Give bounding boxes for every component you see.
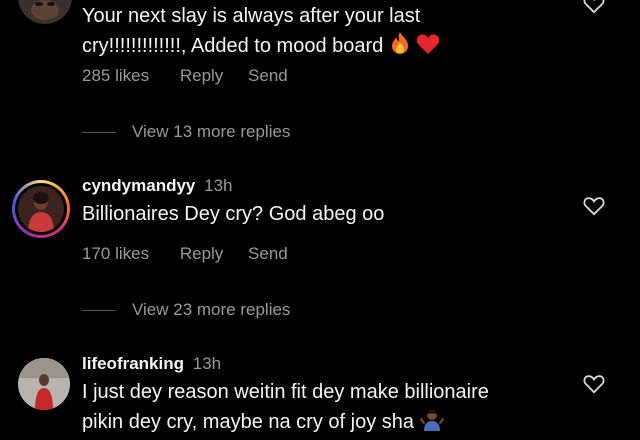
comment-actions: 170 likes Reply Send <box>82 244 308 264</box>
likes-count[interactable]: 170 likes <box>82 244 149 264</box>
send-button[interactable]: Send <box>248 66 288 86</box>
comment-text: Your next slay is always after your last… <box>82 2 440 64</box>
avatar[interactable] <box>18 358 70 410</box>
fire-icon <box>389 31 411 64</box>
replies-divider <box>82 132 116 134</box>
view-more-replies[interactable]: View 23 more replies <box>82 300 290 320</box>
send-button[interactable]: Send <box>248 244 288 264</box>
like-heart-icon[interactable] <box>583 374 605 394</box>
comment-header: lifeofranking 13h <box>82 354 221 374</box>
comment-text: Billionaires Dey cry? God abeg oo <box>82 203 385 225</box>
likes-count[interactable]: 285 likes <box>82 66 149 86</box>
comment-header: cyndymandyy 13h <box>82 176 233 196</box>
username[interactable]: cyndymandyy <box>82 176 195 195</box>
person-shrugging-icon <box>419 407 444 440</box>
view-more-replies[interactable]: View 13 more replies <box>82 122 290 142</box>
username[interactable]: lifeofranking <box>82 354 184 373</box>
reply-button[interactable]: Reply <box>180 244 223 264</box>
avatar <box>18 186 64 232</box>
timestamp: 13h <box>192 354 222 373</box>
replies-divider <box>82 310 116 312</box>
reply-button[interactable]: Reply <box>180 66 223 86</box>
red-heart-icon <box>416 33 440 64</box>
like-heart-icon[interactable] <box>583 0 605 14</box>
comment-actions: 285 likes Reply Send <box>82 66 308 86</box>
avatar-story-ring[interactable] <box>12 180 70 238</box>
timestamp: 13h <box>204 176 233 195</box>
avatar[interactable] <box>18 0 72 24</box>
comment-1: Your next slay is always after your last… <box>0 0 640 150</box>
like-heart-icon[interactable] <box>583 196 605 216</box>
comment-text: I just dey reason weitin fit dey make bi… <box>82 378 489 440</box>
